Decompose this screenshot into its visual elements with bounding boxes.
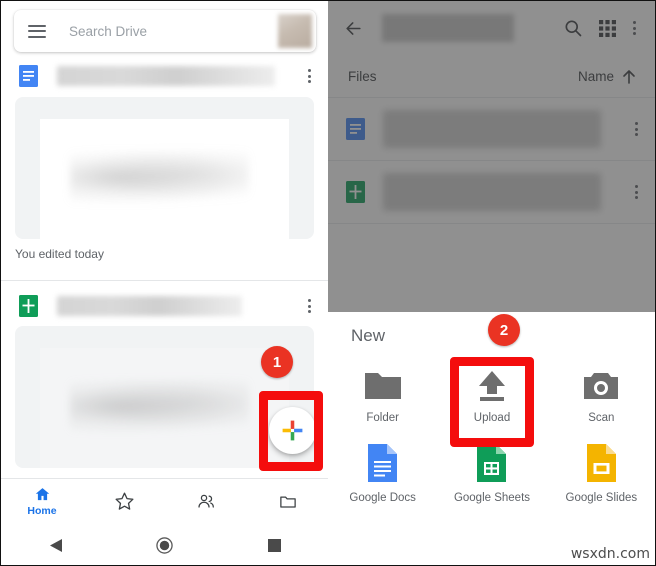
divider <box>1 280 328 281</box>
google-slides-icon <box>586 444 616 482</box>
annotation-badge-1: 1 <box>261 346 293 378</box>
hamburger-menu-icon[interactable] <box>28 24 46 38</box>
back-triangle-icon[interactable] <box>31 538 81 553</box>
annotation-highlight-box-1 <box>259 391 323 471</box>
nav-item-home[interactable]: Home <box>1 479 83 524</box>
home-icon <box>35 488 49 501</box>
folder-icon <box>364 373 401 399</box>
new-option-scan[interactable]: Scan <box>547 360 655 424</box>
dual-screenshot-container: Search Drive You edited today 1 Home New… <box>0 0 656 566</box>
google-sheets-icon <box>477 444 507 482</box>
android-navigation-bar <box>1 524 328 565</box>
nav-item-label: Home <box>27 505 57 517</box>
nav-item-files[interactable] <box>247 479 328 524</box>
recents-square-icon[interactable] <box>249 539 299 552</box>
file-row[interactable] <box>1 289 328 323</box>
left-screen-drive-home: Search Drive You edited today 1 Home <box>0 0 328 566</box>
google-docs-icon <box>19 65 38 87</box>
watermark: wsxdn.com <box>570 546 650 562</box>
bottom-navigation: Home <box>1 479 328 524</box>
file-name <box>57 66 275 86</box>
document-preview-card[interactable] <box>15 97 314 239</box>
folder-icon <box>280 496 296 508</box>
more-vert-icon[interactable] <box>299 69 319 83</box>
option-label: Folder <box>366 412 399 424</box>
right-screen-new-sheet: Files Name <box>328 0 656 566</box>
option-label: Google Sheets <box>453 492 531 504</box>
option-label: Google Slides <box>565 492 638 504</box>
search-input[interactable]: Search Drive <box>69 24 278 39</box>
option-label: Google Docs <box>349 492 416 504</box>
search-bar[interactable]: Search Drive <box>14 10 316 52</box>
google-docs-icon <box>368 444 398 482</box>
document-thumbnail <box>40 348 289 468</box>
home-circle-icon[interactable] <box>140 537 190 554</box>
annotation-highlight-box-2 <box>450 357 534 447</box>
new-option-folder[interactable]: Folder <box>328 360 437 424</box>
star-icon <box>115 492 133 510</box>
thumbnail-content-blur <box>69 379 250 432</box>
new-option-google-slides[interactable]: Google Slides <box>547 434 655 504</box>
document-thumbnail <box>40 119 289 239</box>
google-sheets-icon <box>19 295 38 317</box>
file-name <box>57 296 242 316</box>
thumbnail-content-blur <box>69 150 250 203</box>
nav-item-shared[interactable] <box>165 479 247 524</box>
file-row[interactable] <box>1 59 328 93</box>
new-option-google-docs[interactable]: Google Docs <box>328 434 437 504</box>
annotation-badge-2: 2 <box>488 314 520 346</box>
scrim-overlay[interactable] <box>328 1 655 312</box>
option-label: Scan <box>588 412 615 424</box>
edited-status-label: You edited today <box>15 247 104 261</box>
nav-item-starred[interactable] <box>83 479 165 524</box>
camera-scan-icon <box>584 373 619 399</box>
shared-people-icon <box>198 494 214 508</box>
sheet-title: New <box>351 326 386 345</box>
more-vert-icon[interactable] <box>299 299 319 313</box>
account-avatar[interactable] <box>278 14 312 48</box>
